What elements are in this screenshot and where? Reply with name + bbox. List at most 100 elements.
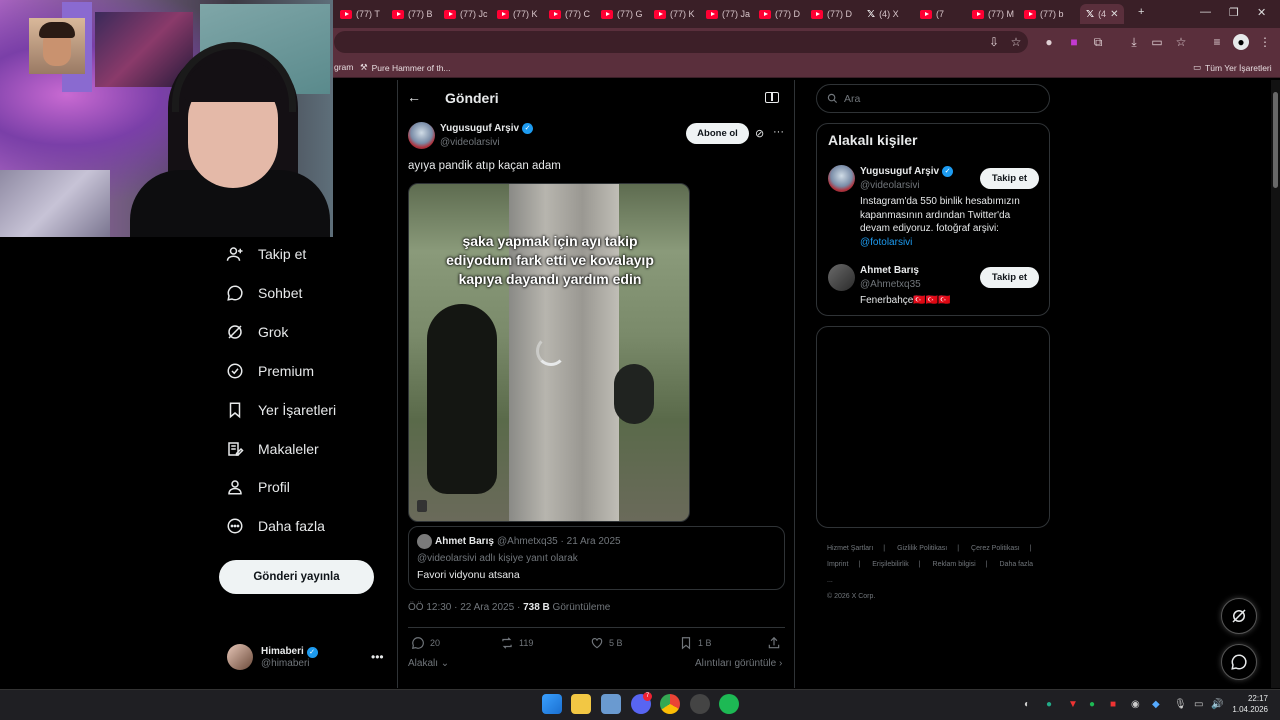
search-input[interactable] bbox=[844, 92, 1024, 105]
nav-more[interactable]: Daha fazla bbox=[226, 517, 325, 535]
browser-tab[interactable]: (77) D bbox=[811, 4, 852, 24]
follow-button[interactable]: Takip et bbox=[980, 168, 1039, 189]
share-button[interactable] bbox=[767, 636, 781, 650]
browser-tab[interactable]: (77) T bbox=[340, 4, 380, 24]
footer-link[interactable]: Reklam bilgisi bbox=[933, 561, 976, 568]
nav-bookmarks[interactable]: Yer İşaretleri bbox=[226, 401, 336, 419]
spotify-icon[interactable] bbox=[719, 694, 739, 714]
browser-tab[interactable]: (77) G bbox=[601, 4, 643, 24]
extension-purple-icon[interactable]: ■ bbox=[1066, 34, 1082, 50]
star-bookmark-icon[interactable]: ☆ bbox=[1008, 34, 1024, 50]
person-name[interactable]: Yugusuguf Arşiv ✓ bbox=[860, 166, 954, 177]
new-tab-button[interactable]: + bbox=[1138, 6, 1144, 18]
browser-tab[interactable]: (77) K bbox=[497, 4, 538, 24]
app-icon[interactable] bbox=[601, 694, 621, 714]
reader-mode-icon[interactable] bbox=[765, 92, 779, 103]
nav-articles[interactable]: Makaleler bbox=[226, 440, 319, 458]
grok-icon[interactable]: ⊘ bbox=[755, 127, 764, 140]
chrome-icon[interactable] bbox=[660, 694, 680, 714]
tray-app-icon[interactable]: ◐ bbox=[1024, 699, 1030, 710]
profile-icon[interactable]: ● bbox=[1233, 34, 1249, 50]
menu-kebab-icon[interactable]: ⋮ bbox=[1257, 34, 1273, 50]
author-handle[interactable]: @videolarsivi bbox=[440, 137, 500, 148]
like-button[interactable]: 5 B bbox=[590, 636, 623, 650]
follow-button[interactable]: Takip et bbox=[980, 267, 1039, 288]
post-button[interactable]: Gönderi yayınla bbox=[219, 560, 374, 594]
browser-tab[interactable]: (77) b bbox=[1024, 4, 1064, 24]
nav-grok[interactable]: Grok bbox=[226, 323, 288, 341]
person-handle[interactable]: @videolarsivi bbox=[860, 180, 920, 191]
mic-icon[interactable]: 🎙 bbox=[1174, 699, 1187, 710]
footer-link[interactable]: Erişilebilirlik bbox=[872, 561, 909, 568]
footer-link[interactable]: Gizlilik Politikası bbox=[897, 545, 947, 552]
repost-button[interactable]: 119 bbox=[500, 636, 533, 650]
file-explorer-icon[interactable] bbox=[571, 694, 591, 714]
related-dropdown[interactable]: Alakalı ⌄ bbox=[408, 658, 449, 669]
footer-link[interactable]: Hizmet Şartları bbox=[827, 545, 873, 552]
browser-tab[interactable]: (77) B bbox=[392, 4, 433, 24]
browser-tab[interactable]: (77) D bbox=[759, 4, 800, 24]
grok-fab[interactable] bbox=[1221, 598, 1257, 634]
bio-link[interactable]: @fotolarsivi bbox=[860, 237, 912, 248]
video-player[interactable]: şaka yapmak için ayı takip ediyodum fark… bbox=[408, 183, 690, 522]
browser-tab[interactable]: (77) C bbox=[549, 4, 590, 24]
tab-label: (77) G bbox=[617, 9, 643, 19]
footer-link[interactable]: Imprint bbox=[827, 561, 848, 568]
mic-muted-icon[interactable]: ▼ bbox=[1068, 699, 1078, 710]
tab-search-icon[interactable]: ≡ bbox=[1209, 34, 1225, 50]
back-arrow-icon[interactable]: ← bbox=[407, 89, 421, 105]
browser-tab[interactable]: (77) M bbox=[972, 4, 1014, 24]
account-more-icon[interactable]: ••• bbox=[371, 650, 384, 664]
browser-tab[interactable]: 𝕏 (4) X bbox=[867, 4, 899, 24]
clock[interactable]: 22:17 1.04.2026 bbox=[1228, 693, 1268, 715]
nav-follow[interactable]: Takip et bbox=[226, 245, 306, 263]
close-tab-icon[interactable]: ✕ bbox=[1110, 9, 1118, 20]
person-handle[interactable]: @Ahmetxq35 bbox=[860, 279, 921, 290]
address-bar[interactable] bbox=[334, 31, 1028, 53]
reading-list-icon[interactable]: ☆ bbox=[1173, 34, 1189, 50]
subscribe-button[interactable]: Abone ol bbox=[686, 123, 749, 144]
browser-tab[interactable]: (77) Ja bbox=[706, 4, 750, 24]
nav-chat[interactable]: Sohbet bbox=[226, 284, 302, 302]
search-box[interactable] bbox=[816, 84, 1050, 113]
view-quotes-link[interactable]: Alıntıları görüntüle › bbox=[695, 658, 782, 669]
bookmark-item[interactable]: gram bbox=[334, 62, 353, 72]
footer-link[interactable]: Çerez Politikası bbox=[971, 545, 1020, 552]
browser-tab[interactable]: (77) Jc bbox=[444, 4, 488, 24]
bookmark-item[interactable]: ⚒ Pure Hammer of th... bbox=[360, 62, 451, 73]
nav-premium[interactable]: Premium bbox=[226, 362, 314, 380]
install-app-icon[interactable]: ⇩ bbox=[986, 34, 1002, 50]
volume-icon[interactable]: 🔊 bbox=[1211, 699, 1223, 710]
reply-button[interactable]: 20 bbox=[411, 636, 440, 650]
extension-icon[interactable]: ● bbox=[1041, 34, 1057, 50]
maximize-button[interactable]: ❐ bbox=[1229, 6, 1239, 19]
more-options-icon[interactable]: ··· bbox=[773, 126, 784, 138]
person-name[interactable]: Ahmet Barış bbox=[860, 265, 919, 276]
messages-fab[interactable] bbox=[1221, 644, 1257, 680]
start-icon[interactable] bbox=[542, 694, 562, 714]
author-name[interactable]: Yugusuguf Arşiv ✓ bbox=[440, 123, 534, 134]
minimize-button[interactable]: — bbox=[1200, 6, 1211, 18]
close-window-button[interactable]: ✕ bbox=[1257, 6, 1266, 19]
all-bookmarks-button[interactable]: ▭ Tüm Yer İşaretleri bbox=[1193, 62, 1272, 73]
extensions-puzzle-icon[interactable]: ⧉ bbox=[1090, 34, 1106, 50]
browser-tab[interactable]: 𝕏 (4 ✕ bbox=[1080, 4, 1125, 24]
avatar[interactable] bbox=[828, 165, 855, 192]
account-switcher[interactable]: Himaberi ✓ @himaberi bbox=[227, 644, 318, 670]
browser-tab[interactable]: (7 bbox=[920, 4, 944, 24]
author-avatar[interactable] bbox=[408, 122, 435, 149]
tray-app-icon[interactable]: ◆ bbox=[1152, 699, 1160, 710]
nav-profile[interactable]: Profil bbox=[226, 478, 290, 496]
scrollbar-thumb[interactable] bbox=[1273, 92, 1278, 188]
tray-app-icon[interactable]: ■ bbox=[1110, 699, 1116, 710]
bookmark-button[interactable]: 1 B bbox=[679, 636, 712, 650]
steam-tray-icon[interactable]: ◉ bbox=[1131, 699, 1140, 710]
display-icon[interactable]: ▭ bbox=[1194, 699, 1203, 710]
browser-tab[interactable]: (77) K bbox=[654, 4, 695, 24]
tray-app-icon[interactable]: ● bbox=[1046, 699, 1052, 710]
avatar[interactable] bbox=[828, 264, 855, 291]
sidepanel-icon[interactable]: ▭ bbox=[1149, 34, 1165, 50]
spotify-tray-icon[interactable]: ● bbox=[1089, 699, 1095, 710]
steam-icon[interactable] bbox=[690, 694, 710, 714]
downloads-icon[interactable]: ⤓ bbox=[1126, 34, 1142, 50]
